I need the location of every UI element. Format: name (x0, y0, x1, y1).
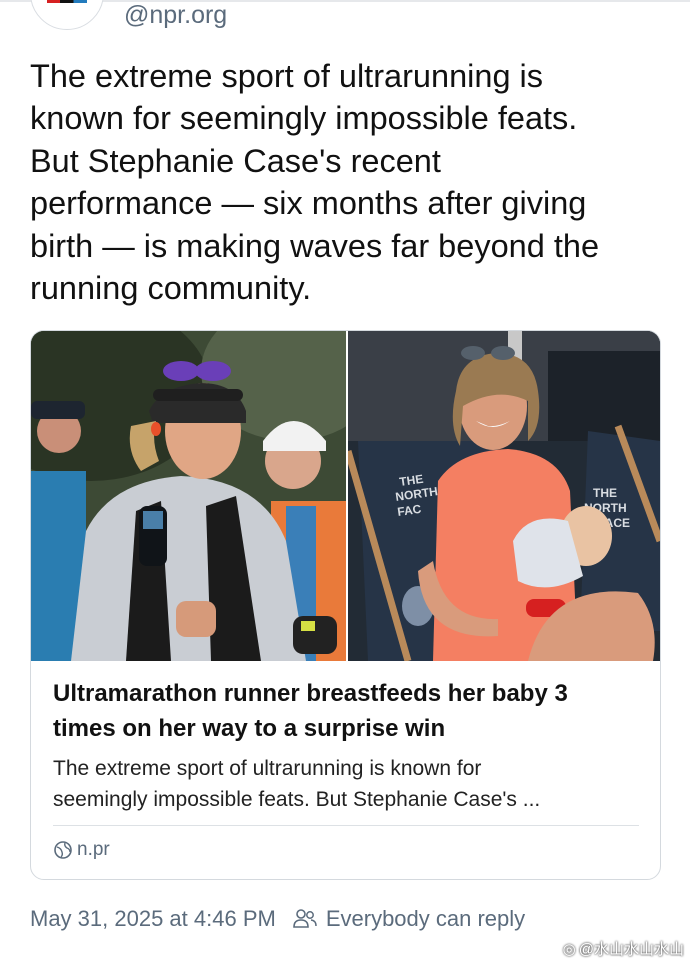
globe-icon (53, 840, 73, 860)
breastfeeding-photo-illustration: THE NORTH FAC THE NORTH FACE (348, 331, 660, 661)
author-handle[interactable]: @npr.org (124, 1, 227, 30)
top-divider (0, 0, 690, 2)
card-divider (53, 825, 639, 826)
card-domain-text: n.pr (77, 839, 110, 860)
weibo-icon: ◎ (562, 940, 576, 958)
post-timestamp[interactable]: May 31, 2025 at 4:46 PM (30, 906, 276, 932)
runner-photo-illustration (31, 331, 346, 661)
watermark: ◎ @水山水山水山 (563, 938, 684, 959)
card-domain[interactable]: n.pr (53, 839, 110, 861)
npr-logo (47, 0, 87, 3)
post-text: The extreme sport of ultrarunning is kno… (30, 58, 600, 307)
svg-text:THE: THE (593, 486, 617, 500)
breastfeeding-photo: THE NORTH FAC THE NORTH FACE (348, 331, 660, 661)
runner-photo (31, 331, 346, 661)
card-title[interactable]: Ultramarathon runner breastfeeds her bab… (53, 677, 643, 746)
link-card[interactable]: THE NORTH FAC THE NORTH FACE Ultramarath… (30, 330, 661, 880)
reply-setting[interactable]: Everybody can reply (326, 906, 525, 932)
watermark-text: @水山水山水山 (578, 941, 684, 958)
people-icon (292, 908, 318, 930)
card-description: The extreme sport of ultrarunning is kno… (53, 757, 541, 811)
post-meta: May 31, 2025 at 4:46 PM Everybody can re… (30, 906, 525, 932)
avatar[interactable] (30, 0, 104, 30)
